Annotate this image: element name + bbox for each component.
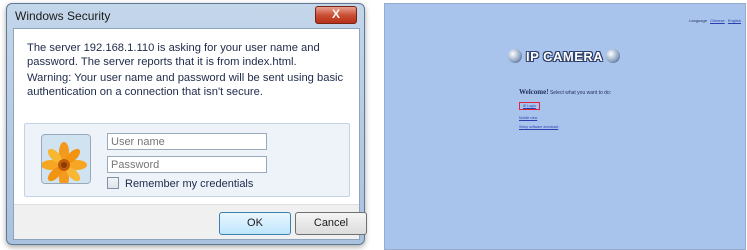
close-button[interactable]: X (315, 6, 357, 24)
welcome-line: Welcome! Select what you want to do: (519, 88, 611, 96)
cancel-button[interactable]: Cancel (295, 212, 367, 235)
language-link-chinese[interactable]: Chinese (710, 18, 725, 23)
language-link-english[interactable]: English (728, 18, 741, 23)
globe-icon (606, 49, 620, 63)
credential-panel: Remember my credentials (24, 123, 350, 197)
remember-credentials[interactable]: Remember my credentials (107, 177, 253, 190)
dialog-button-bar: OK Cancel (14, 204, 367, 239)
language-selector: Language Chinese English (689, 18, 741, 23)
flower-user-tile-icon (41, 134, 91, 184)
remember-checkbox[interactable] (107, 177, 119, 189)
globe-icon (508, 49, 522, 63)
setup-software-download-link[interactable]: Setup software download (519, 125, 558, 129)
mobile-view-link[interactable]: Mobile view (519, 116, 537, 120)
welcome-title: Welcome! (519, 88, 549, 96)
logo-text: IP CAMERA (526, 49, 604, 64)
server-message: The server 192.168.1.110 is asking for y… (27, 42, 320, 68)
ok-button[interactable]: OK (219, 212, 291, 235)
welcome-text: Select what you want to do: (549, 90, 612, 96)
username-input[interactable] (107, 133, 267, 150)
dialog-content: The server 192.168.1.110 is asking for y… (13, 28, 367, 240)
ip-camera-page: Language Chinese English IP CAMERA Welco… (384, 3, 746, 250)
dialog-titlebar[interactable]: Windows Security X (7, 4, 364, 26)
remember-label: Remember my credentials (125, 178, 254, 190)
close-icon: X (331, 7, 340, 21)
windows-security-dialog: Windows Security X The server 192.168.1.… (6, 3, 367, 245)
dialog-title: Windows Security (15, 9, 111, 23)
ie-login-link[interactable]: IE Login (519, 102, 540, 110)
language-label: Language (689, 18, 707, 23)
warning-message: Warning: Your user name and password wil… (27, 72, 344, 98)
password-input[interactable] (107, 156, 267, 173)
